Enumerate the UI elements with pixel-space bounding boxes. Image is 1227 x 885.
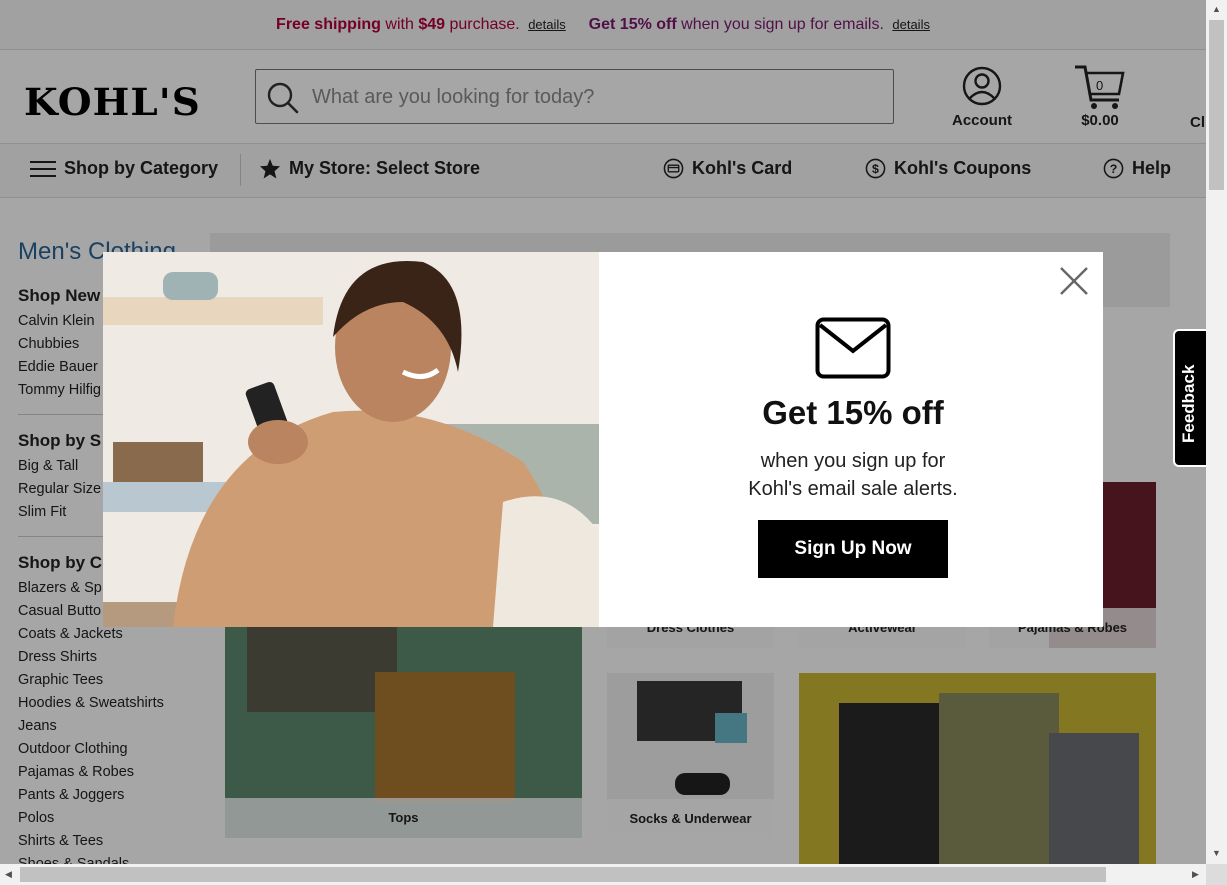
scroll-right-arrow-icon[interactable]: ▶ xyxy=(1192,869,1199,880)
scrollbar-corner xyxy=(1206,864,1227,885)
woman-with-phone-image xyxy=(103,252,599,627)
close-icon[interactable] xyxy=(1057,264,1091,298)
scroll-up-arrow-icon[interactable]: ▲ xyxy=(1212,4,1221,14)
sign-up-now-button[interactable]: Sign Up Now xyxy=(758,520,948,578)
scroll-down-arrow-icon[interactable]: ▼ xyxy=(1212,848,1221,858)
scroll-left-arrow-icon[interactable]: ◀ xyxy=(5,869,12,880)
modal-subtitle-line: Kohl's email sale alerts. xyxy=(748,478,958,500)
page: Free shipping with $49 purchase. details… xyxy=(0,0,1206,864)
vertical-scrollbar[interactable]: ▲ ▼ xyxy=(1206,0,1227,864)
modal-title: Get 15% off xyxy=(762,394,944,431)
feedback-tab[interactable]: Feedback xyxy=(1173,329,1206,467)
email-signup-modal: Get 15% off when you sign up for Kohl's … xyxy=(103,252,1103,627)
modal-subtitle-line: when you sign up for xyxy=(760,450,946,472)
horizontal-scrollbar[interactable]: ◀ ▶ xyxy=(0,864,1206,885)
vertical-scroll-thumb[interactable] xyxy=(1209,20,1224,190)
horizontal-scroll-thumb[interactable] xyxy=(20,867,1106,882)
mail-icon xyxy=(815,317,891,379)
modal-photo xyxy=(103,252,599,627)
modal-subtitle: when you sign up for Kohl's email sale a… xyxy=(653,447,1053,503)
feedback-label: Feedback xyxy=(1179,364,1198,443)
